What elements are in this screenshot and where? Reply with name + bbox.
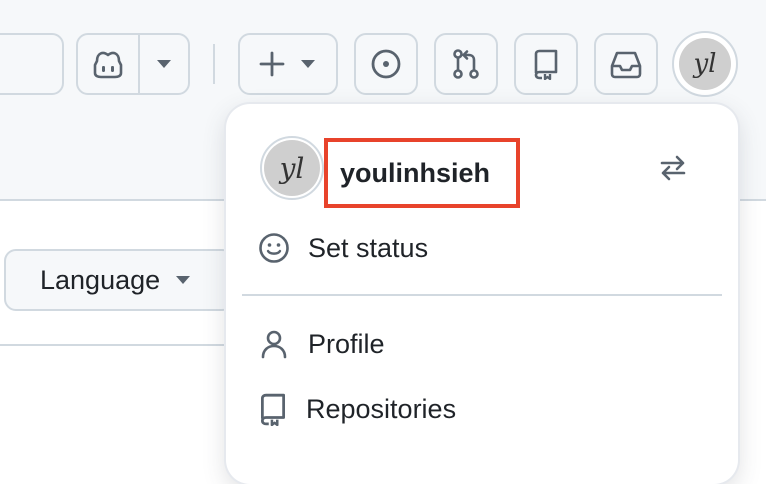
menu-divider <box>242 294 722 296</box>
menu-item-profile[interactable]: Profile <box>258 328 385 360</box>
copilot-button-group[interactable] <box>76 33 190 95</box>
repo-icon <box>534 49 558 80</box>
user-menu-avatar: yl <box>260 136 324 200</box>
menu-item-set-status[interactable]: Set status <box>258 232 428 264</box>
repositories-button[interactable] <box>514 33 578 95</box>
git-pull-request-icon <box>453 49 479 79</box>
content-divider <box>0 344 240 346</box>
user-avatar-button[interactable]: yl <box>672 31 738 97</box>
username: youlinhsieh <box>324 138 520 208</box>
avatar: yl <box>264 140 320 196</box>
triangle-down-icon <box>176 276 191 284</box>
header-divider <box>213 44 215 84</box>
create-new-button[interactable] <box>238 33 338 95</box>
inbox-icon <box>610 51 642 79</box>
menu-item-label: Repositories <box>306 393 457 424</box>
search-input[interactable] <box>0 33 64 95</box>
menu-item-label: Profile <box>308 328 385 359</box>
issue-opened-icon <box>371 49 401 79</box>
copilot-dropdown-button[interactable] <box>140 35 188 93</box>
plus-icon <box>259 51 285 77</box>
inbox-button[interactable] <box>594 33 658 95</box>
language-filter-button[interactable]: Language <box>4 249 234 311</box>
user-menu-header: yl <box>260 136 324 200</box>
user-menu: yl youlinhsieh Set status Profile Reposi… <box>226 104 738 484</box>
menu-item-repositories[interactable]: Repositories <box>258 392 456 426</box>
copilot-button[interactable] <box>78 35 140 93</box>
triangle-down-icon <box>157 60 171 68</box>
smiley-icon <box>259 233 289 263</box>
repo-icon <box>260 393 286 426</box>
copilot-icon <box>93 51 123 79</box>
arrow-switch-icon <box>660 155 686 181</box>
avatar: yl <box>679 38 731 90</box>
person-icon <box>261 330 287 359</box>
menu-item-label: Set status <box>308 232 429 263</box>
username-text: youlinhsieh <box>340 157 491 188</box>
triangle-down-icon <box>301 60 315 68</box>
issues-button[interactable] <box>354 33 418 95</box>
pull-requests-button[interactable] <box>434 33 498 95</box>
language-filter-label: Language <box>40 264 161 295</box>
switch-account-button[interactable] <box>658 154 688 187</box>
